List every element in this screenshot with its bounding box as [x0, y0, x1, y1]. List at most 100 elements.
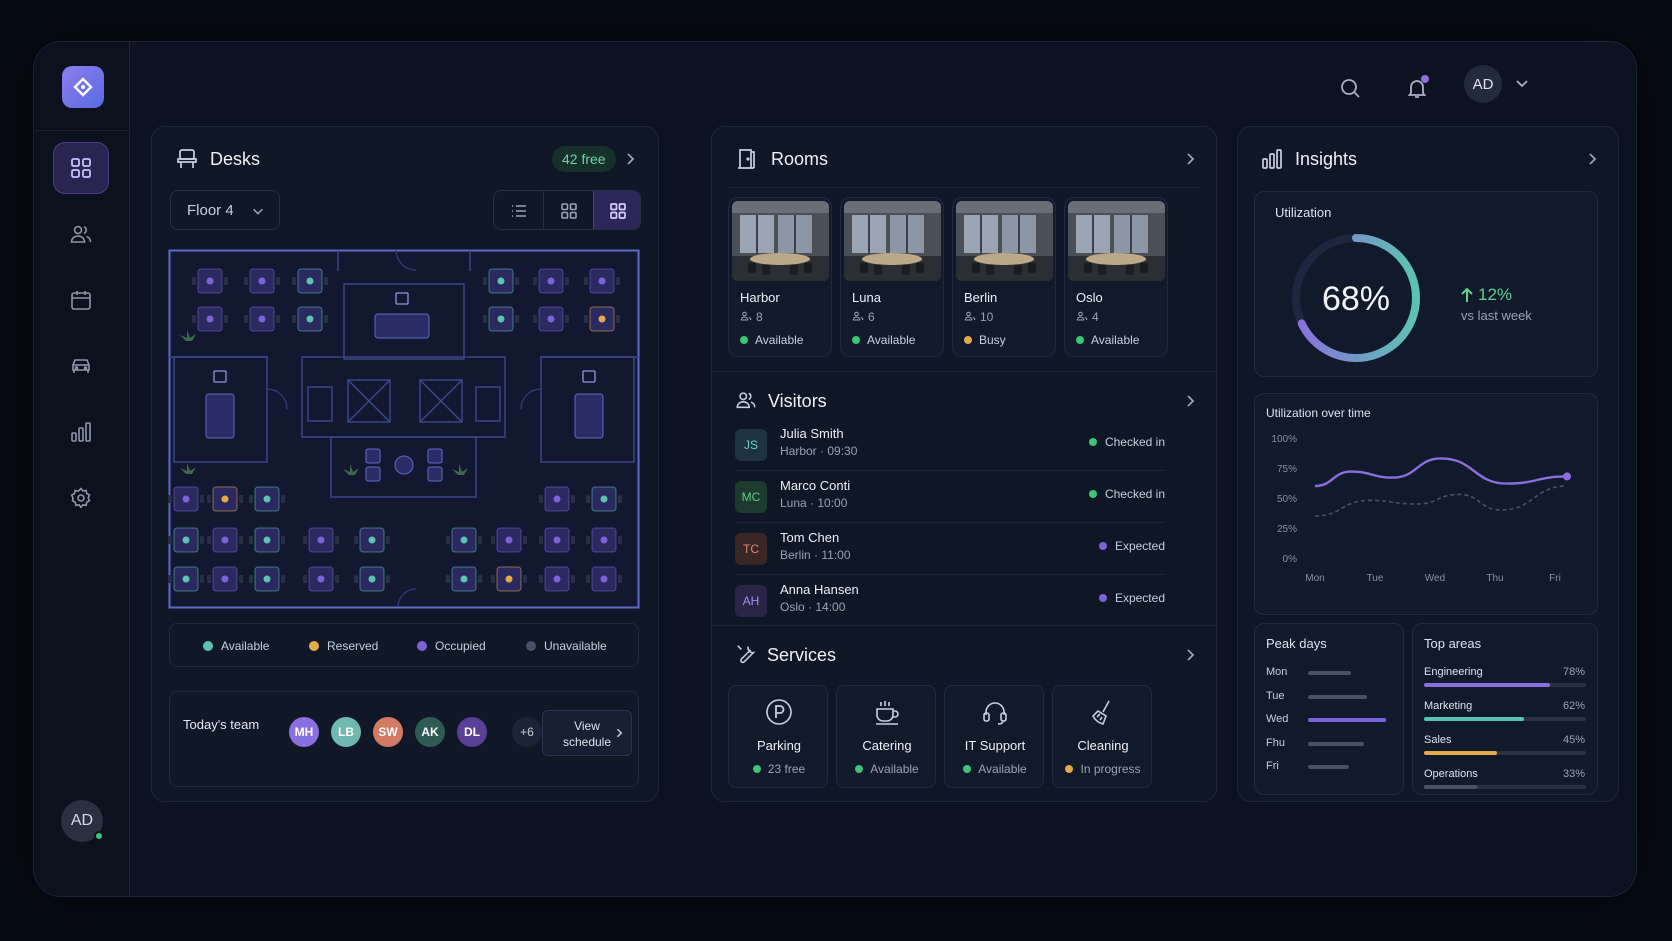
- team-label: Today's team: [183, 717, 260, 732]
- visitor-details: Luna · 10:00: [780, 496, 848, 510]
- area-bar: [1424, 717, 1586, 721]
- room-card[interactable]: Oslo 4 Available: [1064, 197, 1168, 357]
- visitor-row[interactable]: JS Julia Smith Harbor · 09:30 Checked in: [735, 423, 1165, 471]
- visitor-avatar: MC: [735, 481, 767, 513]
- insights-title: Insights: [1295, 149, 1358, 169]
- list-icon: [511, 205, 526, 217]
- service-card[interactable]: Parking 23 free: [728, 685, 828, 788]
- users-icon: [1076, 311, 1088, 321]
- room-photo: [844, 201, 941, 281]
- bar-chart-icon: [1262, 149, 1282, 169]
- room-status: Busy: [964, 333, 1006, 347]
- peak-day-label: Mon: [1266, 666, 1288, 678]
- visitor-row[interactable]: TC Tom Chen Berlin · 11:00 Expected: [735, 527, 1165, 575]
- floor-plan-map[interactable]: [168, 249, 640, 609]
- room-status: Available: [740, 333, 803, 347]
- headset-icon: [983, 702, 1007, 725]
- trend-label: vs last week: [1461, 308, 1532, 323]
- notifications-button[interactable]: [1397, 68, 1437, 108]
- nav-parking[interactable]: [53, 340, 109, 392]
- trend-value: 12%: [1478, 285, 1513, 304]
- x-tick-label: Wed: [1425, 573, 1445, 584]
- nav-calendar[interactable]: [53, 274, 109, 326]
- team-avatar[interactable]: LB: [331, 717, 361, 747]
- visitors-title: Visitors: [768, 391, 827, 411]
- service-status: Available: [945, 762, 1045, 776]
- nav-people[interactable]: [53, 208, 109, 260]
- users-icon: [70, 225, 92, 243]
- nav-analytics[interactable]: [53, 406, 109, 458]
- team-avatar[interactable]: SW: [373, 717, 403, 747]
- service-card[interactable]: Catering Available: [836, 685, 936, 788]
- visitor-name: Marco Conti: [780, 478, 851, 493]
- visitors-chevron-right-icon[interactable]: [1182, 393, 1198, 409]
- sidebar-avatar-initials: AD: [70, 812, 94, 829]
- team-avatar[interactable]: MH: [289, 717, 319, 747]
- series-end-point: [1563, 472, 1571, 481]
- service-card[interactable]: IT Support Available: [944, 685, 1044, 788]
- services-chevron-right-icon[interactable]: [1182, 647, 1198, 663]
- rooms-chevron-right-icon[interactable]: [1182, 151, 1198, 167]
- room-photo: [732, 201, 829, 281]
- visitor-details: Berlin · 11:00: [780, 548, 851, 562]
- peak-days-label: Peak days: [1266, 636, 1327, 651]
- area-name: Engineering: [1424, 666, 1483, 678]
- floor-select-value: Floor 4: [187, 202, 234, 219]
- legend-reserved: Reserved: [309, 639, 378, 653]
- nav-dashboard[interactable]: [53, 142, 109, 194]
- area-value: 78%: [1562, 666, 1585, 678]
- view-schedule-button[interactable]: View schedule: [542, 710, 632, 756]
- visitor-avatar: AH: [735, 585, 767, 617]
- desks-title: Desks: [210, 149, 261, 169]
- wrench-icon: [737, 645, 756, 664]
- sidebar-avatar[interactable]: AD: [61, 800, 104, 842]
- center-panel: Rooms Harbor 8 Available Luna 6 Available Berl…: [711, 126, 1218, 802]
- user-avatar[interactable]: AD: [1464, 65, 1502, 103]
- team-avatar[interactable]: DL: [457, 717, 487, 747]
- nav-settings[interactable]: [53, 472, 109, 524]
- room-capacity: 10: [964, 310, 993, 324]
- grid-view-button[interactable]: [543, 191, 593, 229]
- door-icon: [738, 149, 755, 169]
- room-status: Available: [852, 333, 915, 347]
- peak-day-label: Fhu: [1266, 736, 1285, 749]
- view-toggle: [493, 190, 641, 230]
- desks-chevron-right-icon[interactable]: [622, 151, 638, 167]
- room-card[interactable]: Berlin 10 Busy: [952, 197, 1056, 357]
- utilization-card: Utilization 68% 12% vs last week: [1254, 191, 1598, 377]
- floorplan-view-button[interactable]: [593, 191, 640, 229]
- service-name: Catering: [862, 738, 912, 753]
- logo-icon[interactable]: [62, 66, 104, 108]
- car-icon: [72, 359, 90, 373]
- insights-chevron-right-icon[interactable]: [1584, 151, 1600, 167]
- team-avatar[interactable]: AK: [415, 717, 445, 747]
- floor-select[interactable]: Floor 4: [170, 190, 280, 230]
- user-avatar-initials: AD: [1472, 75, 1494, 93]
- x-tick-label: Mon: [1305, 573, 1324, 584]
- service-card[interactable]: Cleaning In progress: [1052, 685, 1152, 788]
- service-name: Cleaning: [1077, 738, 1129, 753]
- visitor-row[interactable]: AH Anna Hansen Oslo · 14:00 Expected: [735, 579, 1165, 627]
- visitor-avatar: JS: [735, 429, 767, 461]
- room-card[interactable]: Luna 6 Available: [840, 197, 944, 357]
- room-name: Luna: [852, 290, 881, 305]
- visitor-row[interactable]: MC Marco Conti Luna · 10:00 Checked in: [735, 475, 1165, 523]
- search-button[interactable]: [1330, 68, 1370, 108]
- desks-panel: Desks 42 free Floor 4 Available Reserved…: [151, 126, 659, 802]
- chevron-down-icon: [253, 208, 263, 215]
- area-bar: [1424, 683, 1586, 687]
- visitor-name: Anna Hansen: [780, 582, 859, 597]
- chevron-down-icon[interactable]: [1514, 75, 1530, 91]
- bar-chart-icon: [71, 422, 91, 442]
- room-photo: [1068, 201, 1165, 281]
- room-card[interactable]: Harbor 8 Available: [728, 197, 832, 357]
- sidebar: AD: [34, 42, 130, 896]
- y-tick-label: 50%: [1277, 494, 1297, 505]
- room-name: Oslo: [1076, 290, 1103, 305]
- utilization-line-chart: 100% 75% 50% 25% 0% Mon Tue Wed Thu Fri: [1271, 434, 1571, 584]
- legend-unavailable: Unavailable: [526, 639, 607, 653]
- room-capacity: 6: [852, 310, 875, 324]
- team-more[interactable]: +6: [512, 717, 542, 747]
- list-view-button[interactable]: [494, 191, 543, 229]
- legend-occupied: Occupied: [417, 639, 486, 653]
